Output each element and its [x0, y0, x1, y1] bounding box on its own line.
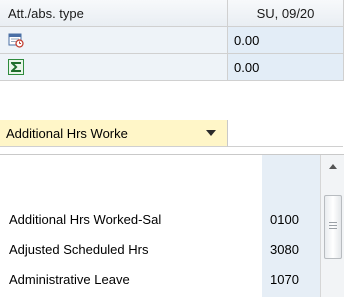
list-item[interactable]: Adjusted Scheduled Hrs 3080 — [0, 235, 320, 263]
option-label: Administrative Leave — [9, 271, 130, 287]
list-item[interactable]: Administrative Leave 1070 — [0, 265, 320, 293]
dropdown-list: Additional Hrs Worked-Sal 0100 Adjusted … — [0, 154, 344, 297]
table-row: 0.00 — [0, 54, 344, 81]
scroll-up-arrow-icon[interactable] — [329, 164, 337, 169]
calendar-clock-icon — [8, 32, 24, 48]
row-icon-cell — [0, 27, 228, 54]
option-code: 3080 — [270, 241, 299, 257]
option-label: Additional Hrs Worked-Sal — [9, 211, 162, 227]
table-header-row: Att./abs. type SU, 09/20 — [0, 0, 344, 27]
type-dropdown[interactable]: Additional Hrs Worke — [0, 120, 228, 147]
timesheet-panel: Att./abs. type SU, 09/20 0.00 0.00 Addit… — [0, 0, 344, 297]
list-item[interactable] — [0, 155, 320, 183]
column-header-date[interactable]: SU, 09/20 — [228, 0, 344, 27]
option-code: 1070 — [270, 271, 299, 287]
grip-icon — [329, 222, 337, 230]
column-header-type[interactable]: Att./abs. type — [0, 0, 228, 27]
row-value-cell[interactable]: 0.00 — [228, 27, 344, 54]
option-label: Adjusted Scheduled Hrs — [9, 241, 149, 257]
type-dropdown-value: Additional Hrs Worke — [6, 125, 128, 141]
type-dropdown-row: Additional Hrs Worke — [0, 120, 344, 147]
row-icon-cell — [0, 54, 228, 81]
vertical-scrollbar[interactable] — [320, 155, 344, 297]
chevron-down-icon[interactable] — [206, 130, 216, 136]
table-row: 0.00 — [0, 27, 344, 54]
list-item[interactable]: Additional Hrs Worked-Sal 0100 — [0, 205, 320, 233]
empty-cell — [228, 120, 343, 147]
sigma-sum-icon — [8, 59, 24, 75]
option-code: 0100 — [270, 211, 299, 227]
scrollbar-thumb[interactable] — [324, 195, 342, 259]
row-value-cell[interactable]: 0.00 — [228, 54, 344, 81]
